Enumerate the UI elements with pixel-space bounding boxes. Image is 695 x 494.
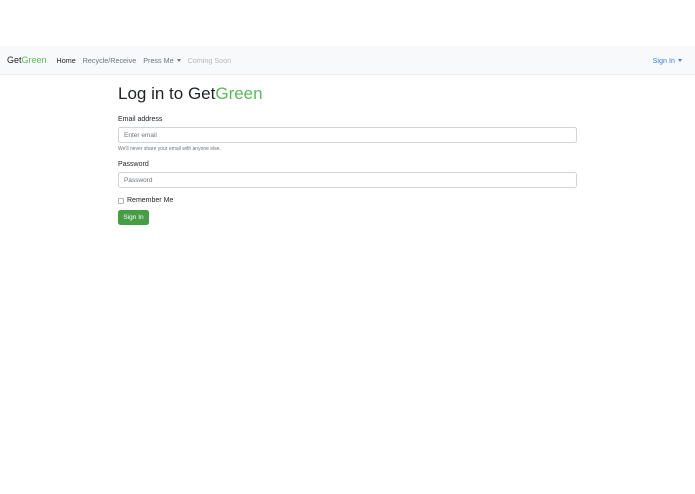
email-label: Email address xyxy=(118,116,163,123)
nav-home[interactable]: Home xyxy=(57,56,76,65)
nav-press-me-dropdown[interactable]: Press Me xyxy=(143,55,181,65)
login-form: Log in to GetGreen Email address We'll n… xyxy=(118,84,577,225)
page-title-green: Green xyxy=(215,84,263,103)
sign-in-dropdown[interactable]: Sign In xyxy=(653,46,682,75)
brand-logo[interactable]: GetGreen xyxy=(7,55,47,65)
password-label: Password xyxy=(118,161,149,168)
nav-coming-soon: Coming Soon xyxy=(187,55,232,65)
page-title-prefix: Log in to Get xyxy=(118,84,216,103)
remember-me-label[interactable]: Remember Me xyxy=(127,197,173,204)
brand-green: Green xyxy=(21,55,47,65)
sign-in-button[interactable]: Sign In xyxy=(118,210,149,225)
caret-down-icon xyxy=(176,58,181,62)
remember-me-checkbox[interactable] xyxy=(118,197,124,204)
nav-press-me-label: Press Me xyxy=(143,55,174,65)
email-field[interactable] xyxy=(118,127,577,143)
nav-recycle-receive[interactable]: Recycle/Receive xyxy=(83,56,137,65)
email-help-text: We'll never share your email with anyone… xyxy=(118,146,221,152)
caret-down-icon xyxy=(678,59,682,62)
brand-get: Get xyxy=(7,55,22,65)
sign-in-dropdown-label: Sign In xyxy=(652,56,675,65)
remember-me-row: Remember Me xyxy=(118,197,577,204)
password-field[interactable] xyxy=(118,172,577,188)
top-navbar: GetGreen Home Recycle/Receive Press Me C… xyxy=(0,46,695,75)
nav-links: Home Recycle/Receive Press Me Coming Soo… xyxy=(57,56,239,65)
page-title: Log in to GetGreen xyxy=(118,84,577,104)
